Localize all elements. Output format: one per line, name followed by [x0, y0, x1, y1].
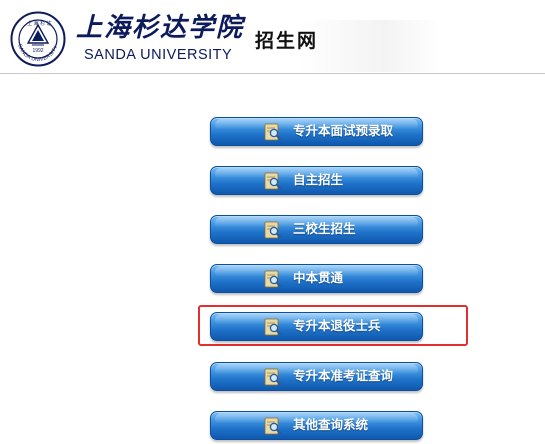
- search-doc-icon: [264, 270, 282, 288]
- search-doc-icon: [264, 368, 282, 386]
- menu-button-label: 专升本面试预录取: [293, 124, 394, 138]
- menu-button-label: 中本贯通: [293, 271, 344, 285]
- menu-button-admission-ticket-query[interactable]: 专升本准考证查询: [210, 362, 423, 391]
- menu-button-veteran-upgrade[interactable]: 专升本退役士兵: [210, 312, 423, 341]
- menu-button-label: 三校生招生: [293, 222, 356, 236]
- search-doc-icon: [264, 123, 282, 141]
- menu-button-label: 专升本退役士兵: [293, 319, 381, 333]
- admissions-page: SANDA UNIVERSITY 上 海 杉 达 1992 上海杉达学院 SAN…: [0, 0, 545, 444]
- menu-button-upgrade-interview[interactable]: 专升本面试预录取: [210, 117, 423, 146]
- search-doc-icon: [264, 172, 282, 190]
- menu-button-secondary-undergrad-link[interactable]: 中本贯通: [210, 264, 423, 293]
- search-doc-icon: [264, 221, 282, 239]
- search-doc-icon: [264, 417, 282, 435]
- menu-button-three-school-admission[interactable]: 三校生招生: [210, 215, 423, 244]
- search-doc-icon: [264, 318, 282, 336]
- menu-button-label: 其他查询系统: [293, 418, 369, 432]
- menu-button-label: 专升本准考证查询: [293, 369, 394, 383]
- menu-button-label: 自主招生: [293, 173, 344, 187]
- menu-button-independent-admission[interactable]: 自主招生: [210, 166, 423, 195]
- menu-button-other-query-systems[interactable]: 其他查询系统: [210, 411, 423, 440]
- query-menu: 专升本面试预录取 自主招生 三校生招生 中本贯通 专升本退役士兵 专升本准考证查…: [0, 0, 545, 444]
